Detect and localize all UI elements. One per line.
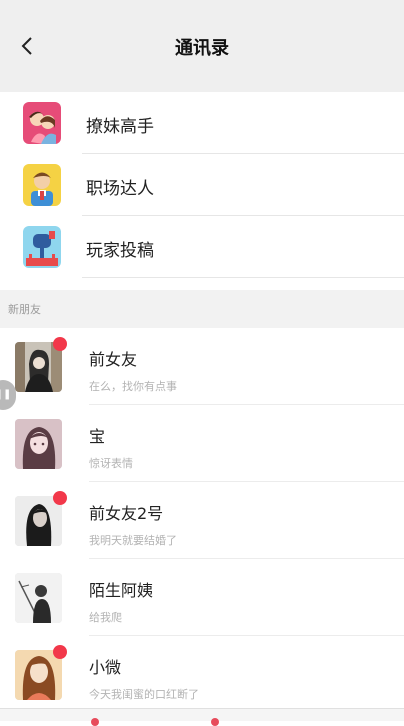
couple-icon xyxy=(23,102,61,144)
unread-badge xyxy=(53,645,67,659)
category-label: 职场达人 xyxy=(86,179,154,199)
friend-message: 惊讶表情 xyxy=(89,457,133,470)
friend-row[interactable]: 前女友 在么，找你有点事 xyxy=(0,328,404,405)
tab-badge-dot xyxy=(91,718,99,726)
office-worker-icon xyxy=(23,164,61,206)
friend-name: 前女友2号 xyxy=(89,504,164,523)
friend-message: 在么，找你有点事 xyxy=(89,380,177,393)
pause-icon: ❚❚ xyxy=(0,389,12,400)
category-item-flirt[interactable]: 撩妹高手 xyxy=(0,92,404,154)
friend-row[interactable]: 前女友2号 我明天就要结婚了 xyxy=(0,482,404,559)
mailbox-icon xyxy=(23,226,61,268)
friend-row[interactable]: 陌生阿姨 给我爬 xyxy=(0,559,404,636)
friend-name: 陌生阿姨 xyxy=(89,581,154,600)
friend-message: 今天我闺蜜的口红断了 xyxy=(89,688,199,701)
friend-row[interactable]: 宝 惊讶表情 xyxy=(0,405,404,482)
bottom-tab-bar xyxy=(0,708,404,726)
category-item-submissions[interactable]: 玩家投稿 xyxy=(0,216,404,278)
section-header-new-friends: 新朋友 xyxy=(0,290,404,328)
nav-header: 通讯录 xyxy=(0,0,404,92)
friend-name: 宝 xyxy=(89,427,106,446)
category-list: 撩妹高手 职场达人 玩家投稿 xyxy=(0,92,404,278)
page-title: 通讯录 xyxy=(175,38,229,59)
unread-badge xyxy=(53,337,67,351)
divider xyxy=(82,277,404,278)
friend-name: 小微 xyxy=(89,658,122,677)
friend-message: 我明天就要结婚了 xyxy=(89,534,177,547)
section-label: 新朋友 xyxy=(8,303,41,316)
friend-name: 前女友 xyxy=(89,350,138,369)
avatar xyxy=(15,419,62,469)
tab-badge-dot xyxy=(211,718,219,726)
friend-list: 前女友 在么，找你有点事 宝 惊讶表情 前女友2号 我明天就要结婚了 陌生阿姨 … xyxy=(0,328,404,713)
category-label: 玩家投稿 xyxy=(86,241,154,261)
friend-row[interactable]: 小微 今天我闺蜜的口红断了 xyxy=(0,636,404,713)
friend-message: 给我爬 xyxy=(89,611,122,624)
unread-badge xyxy=(53,491,67,505)
category-label: 撩妹高手 xyxy=(86,117,154,137)
category-item-workplace[interactable]: 职场达人 xyxy=(0,154,404,216)
avatar xyxy=(15,573,62,623)
